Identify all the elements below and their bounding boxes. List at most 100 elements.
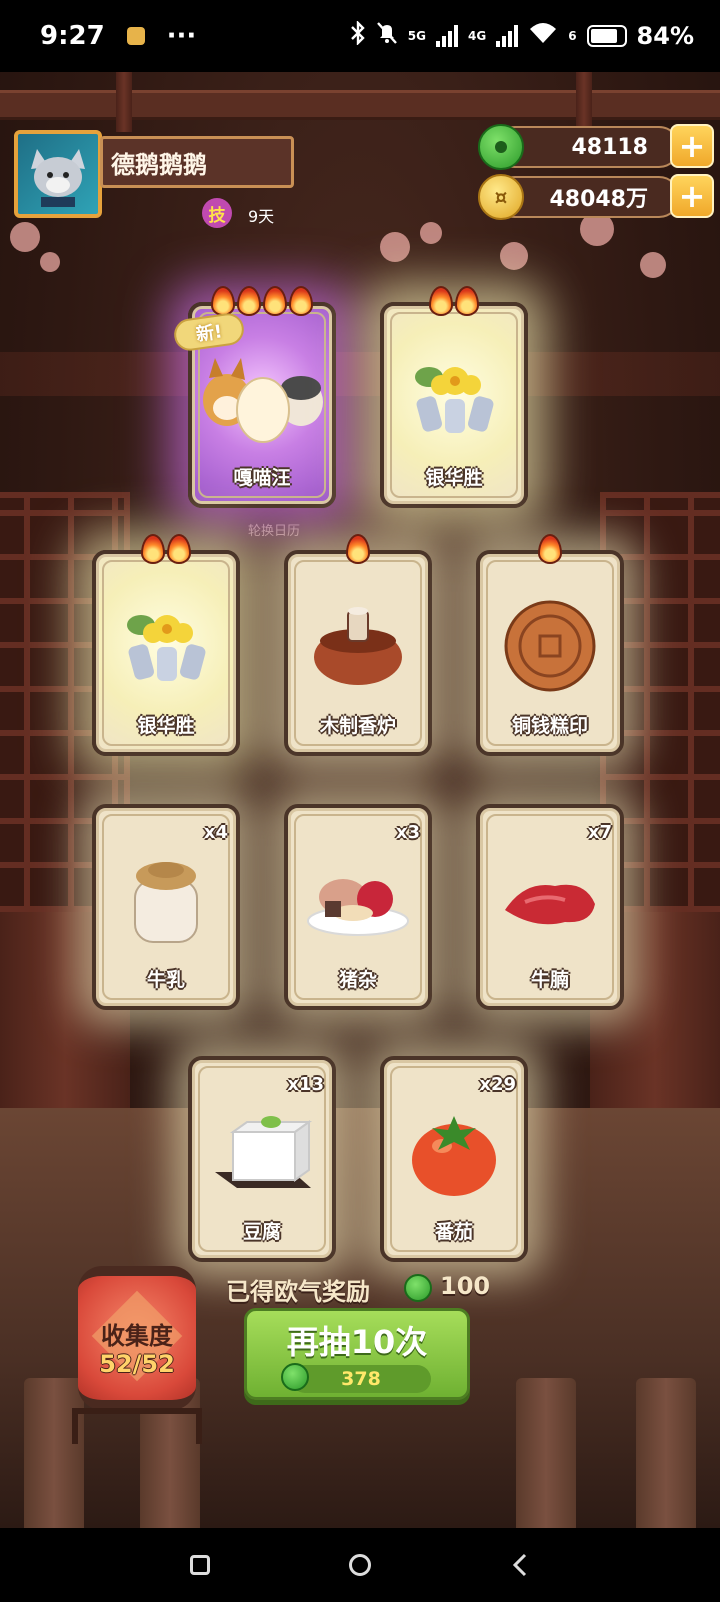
- wall-band: [0, 352, 720, 396]
- days-counter: 9天: [248, 207, 275, 226]
- signal-5g-icon: [435, 25, 458, 47]
- card-quantity: x7: [587, 822, 612, 843]
- card-name: 银华胜: [425, 467, 483, 489]
- flame-icon: [289, 286, 313, 316]
- rarity-flames: [288, 534, 428, 564]
- battery-icon: [586, 25, 627, 47]
- network-5g-label: 5G: [407, 29, 426, 43]
- add-coins-button[interactable]: +: [670, 174, 714, 218]
- card-name: 银华胜: [137, 715, 195, 737]
- card-name: 豆腐: [242, 1221, 281, 1243]
- reward-card[interactable]: x7 牛腩: [476, 804, 624, 1010]
- railing-post: [24, 1378, 84, 1528]
- skill-badge[interactable]: 技: [202, 198, 232, 228]
- jade-icon: [281, 1363, 309, 1391]
- collection-lantern[interactable]: 收集度 52/52: [78, 1266, 196, 1410]
- back-icon: [512, 1553, 527, 1577]
- flame-icon: [538, 534, 562, 564]
- draw-ten-label: 再抽10次: [286, 1323, 428, 1361]
- blossom: [420, 222, 442, 244]
- reward-card[interactable]: 木制香炉: [284, 534, 432, 756]
- collection-label: 收集度: [101, 1322, 173, 1350]
- mute-icon: [376, 21, 398, 51]
- battery-level-fill: [590, 29, 618, 43]
- reward-card[interactable]: x3 猪杂: [284, 804, 432, 1010]
- pets-art-icon: [203, 358, 323, 443]
- blossom: [640, 252, 666, 278]
- signal-4g-icon: [496, 25, 519, 47]
- blossom: [10, 222, 40, 252]
- status-bar: 9:27 ··· 5G 4G 6 84%: [0, 0, 720, 72]
- flame-icon: [211, 286, 235, 316]
- app-notification-icon: [126, 27, 145, 45]
- railing-post: [516, 1378, 576, 1528]
- card-name: 猪杂: [338, 969, 377, 991]
- flame-icon: [429, 286, 453, 316]
- card-name: 牛腩: [530, 969, 569, 991]
- recent-apps-button[interactable]: [185, 1550, 215, 1580]
- battery-percent: 84%: [636, 22, 694, 50]
- reward-card[interactable]: x29 番茄: [380, 1056, 528, 1262]
- milk-jar-icon: [134, 862, 198, 943]
- blossom: [380, 232, 410, 262]
- card-name: 番茄: [434, 1221, 473, 1243]
- player-name-plate: 德鹅鹅鹅: [100, 136, 294, 188]
- blossom: [500, 242, 528, 270]
- home-icon: [349, 1554, 371, 1576]
- coin-amount: 48048万: [549, 187, 648, 212]
- wifi-icon: [528, 21, 558, 51]
- rarity-flames: [96, 534, 236, 564]
- flame-icon: [167, 534, 191, 564]
- card-name: 牛乳: [146, 969, 185, 991]
- tofu-icon: [215, 1116, 313, 1188]
- draw-cost: 378: [281, 1363, 431, 1393]
- hairpin-art-icon: [415, 367, 494, 433]
- draw-ten-again-button[interactable]: 再抽10次 378: [244, 1308, 470, 1400]
- clock: 9:27: [40, 21, 105, 51]
- roof-post: [576, 72, 592, 132]
- reward-card[interactable]: 新! 嘎喵汪: [172, 286, 336, 508]
- blossom: [40, 252, 60, 272]
- reward-card[interactable]: 铜钱糕印: [476, 534, 624, 756]
- reward-card[interactable]: 银华胜: [380, 286, 528, 508]
- roof-post: [116, 72, 132, 132]
- card-quantity: x3: [395, 822, 420, 843]
- pork-offal-icon: [307, 879, 409, 936]
- beef-brisket-icon: [505, 884, 595, 925]
- railing-post: [636, 1378, 696, 1528]
- luck-reward-value: 100: [440, 1272, 491, 1300]
- luck-reward-label: 已得欧气奖励: [226, 1278, 370, 1306]
- back-button[interactable]: [505, 1550, 535, 1580]
- network-4g-label: 4G: [467, 29, 487, 43]
- incense-burner-icon: [314, 607, 402, 685]
- bluetooth-icon: [350, 20, 366, 51]
- hairpin-art-icon: [127, 615, 206, 681]
- reward-card[interactable]: x13 豆腐: [188, 1056, 336, 1262]
- rarity-flames: [384, 286, 524, 316]
- rarity-flames: [192, 286, 332, 316]
- coin-mold-icon: [504, 600, 596, 692]
- jade-icon: [478, 124, 524, 170]
- flame-icon: [346, 534, 370, 564]
- more-notifications-icon: ···: [166, 21, 197, 51]
- collection-value: 52/52: [99, 1350, 175, 1378]
- flame-icon: [237, 286, 261, 316]
- flame-icon: [455, 286, 479, 316]
- home-button[interactable]: [345, 1550, 375, 1580]
- draw-cost-value: 378: [341, 1368, 381, 1390]
- lantern-stand: [72, 1408, 202, 1444]
- jade-amount: 48118: [571, 134, 648, 160]
- card-name: 木制香炉: [319, 715, 396, 737]
- reward-card[interactable]: x4 牛乳: [92, 804, 240, 1010]
- flame-icon: [141, 534, 165, 564]
- add-jade-button[interactable]: +: [670, 124, 714, 168]
- wolf-avatar-icon: [31, 149, 85, 207]
- jade-currency-bar: 48118 +: [478, 124, 714, 170]
- player-name: 德鹅鹅鹅: [111, 150, 207, 179]
- card-name: 铜钱糕印: [511, 715, 588, 737]
- player-avatar[interactable]: [14, 130, 102, 218]
- card-quantity: x4: [203, 822, 228, 843]
- card-quantity: x29: [479, 1074, 516, 1095]
- reward-card[interactable]: 银华胜: [92, 534, 240, 756]
- coin-icon: ¤: [478, 174, 524, 220]
